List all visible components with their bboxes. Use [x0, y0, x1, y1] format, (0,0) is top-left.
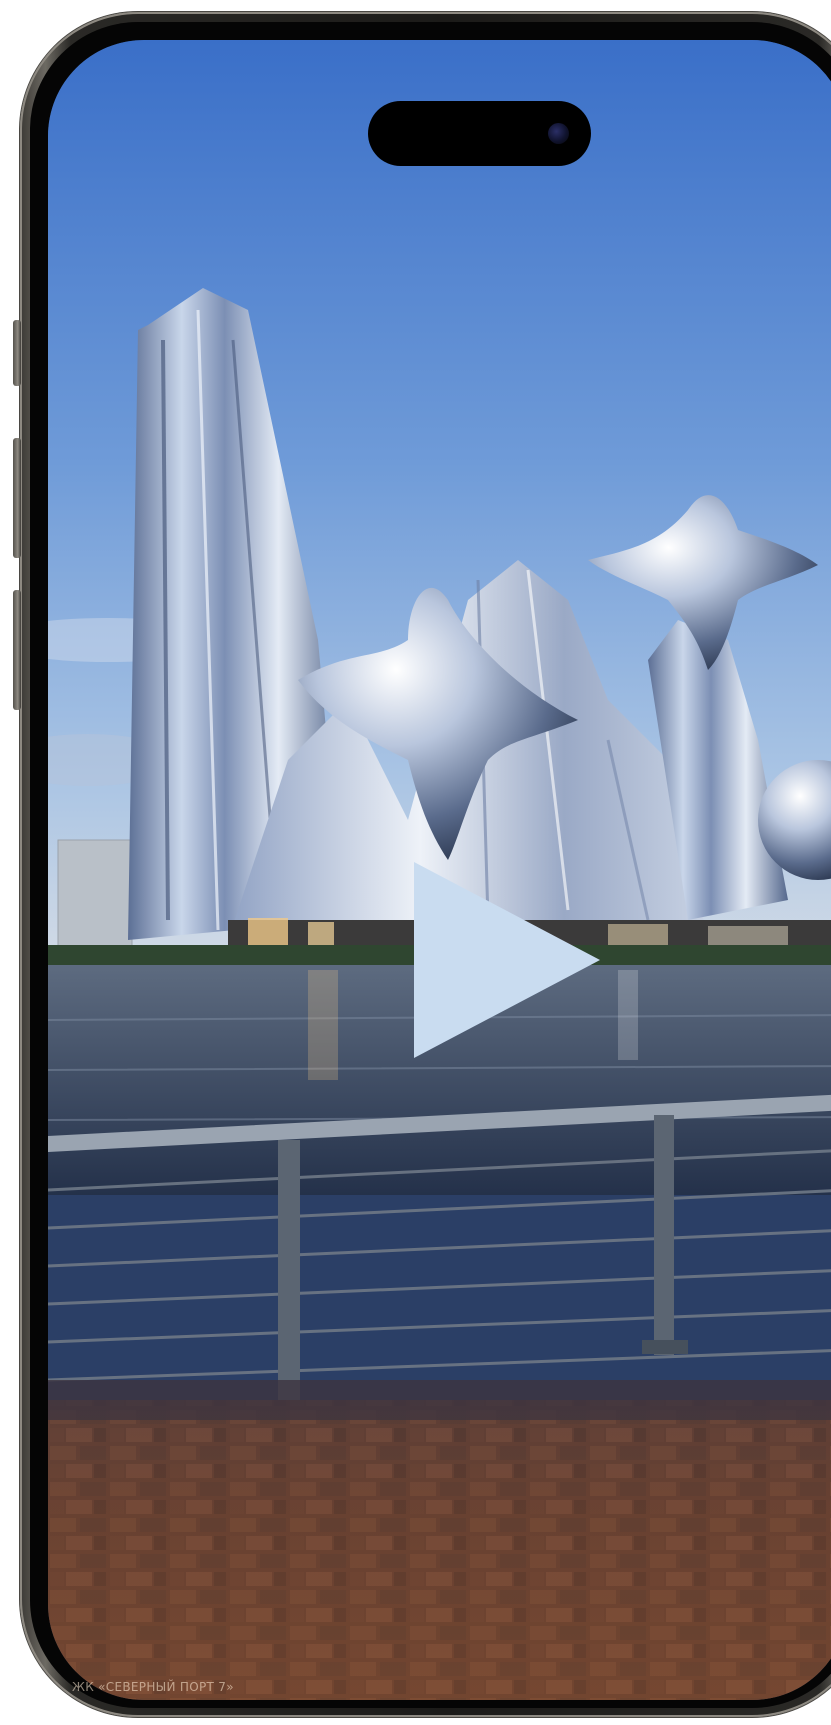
play-triangle-icon [414, 862, 600, 1058]
video-screen[interactable] [48, 40, 831, 1700]
video-caption: ЖК «СЕВЕРНЫЙ ПОРТ 7» [72, 1680, 234, 1694]
phone-mockup: ЖК «СЕВЕРНЫЙ ПОРТ 7» [0, 0, 831, 1725]
action-button [13, 320, 21, 386]
front-camera-icon [548, 123, 569, 144]
dynamic-island [368, 101, 591, 166]
volume-down-button [13, 590, 21, 710]
play-button[interactable] [412, 862, 602, 1058]
volume-up-button [13, 438, 21, 558]
